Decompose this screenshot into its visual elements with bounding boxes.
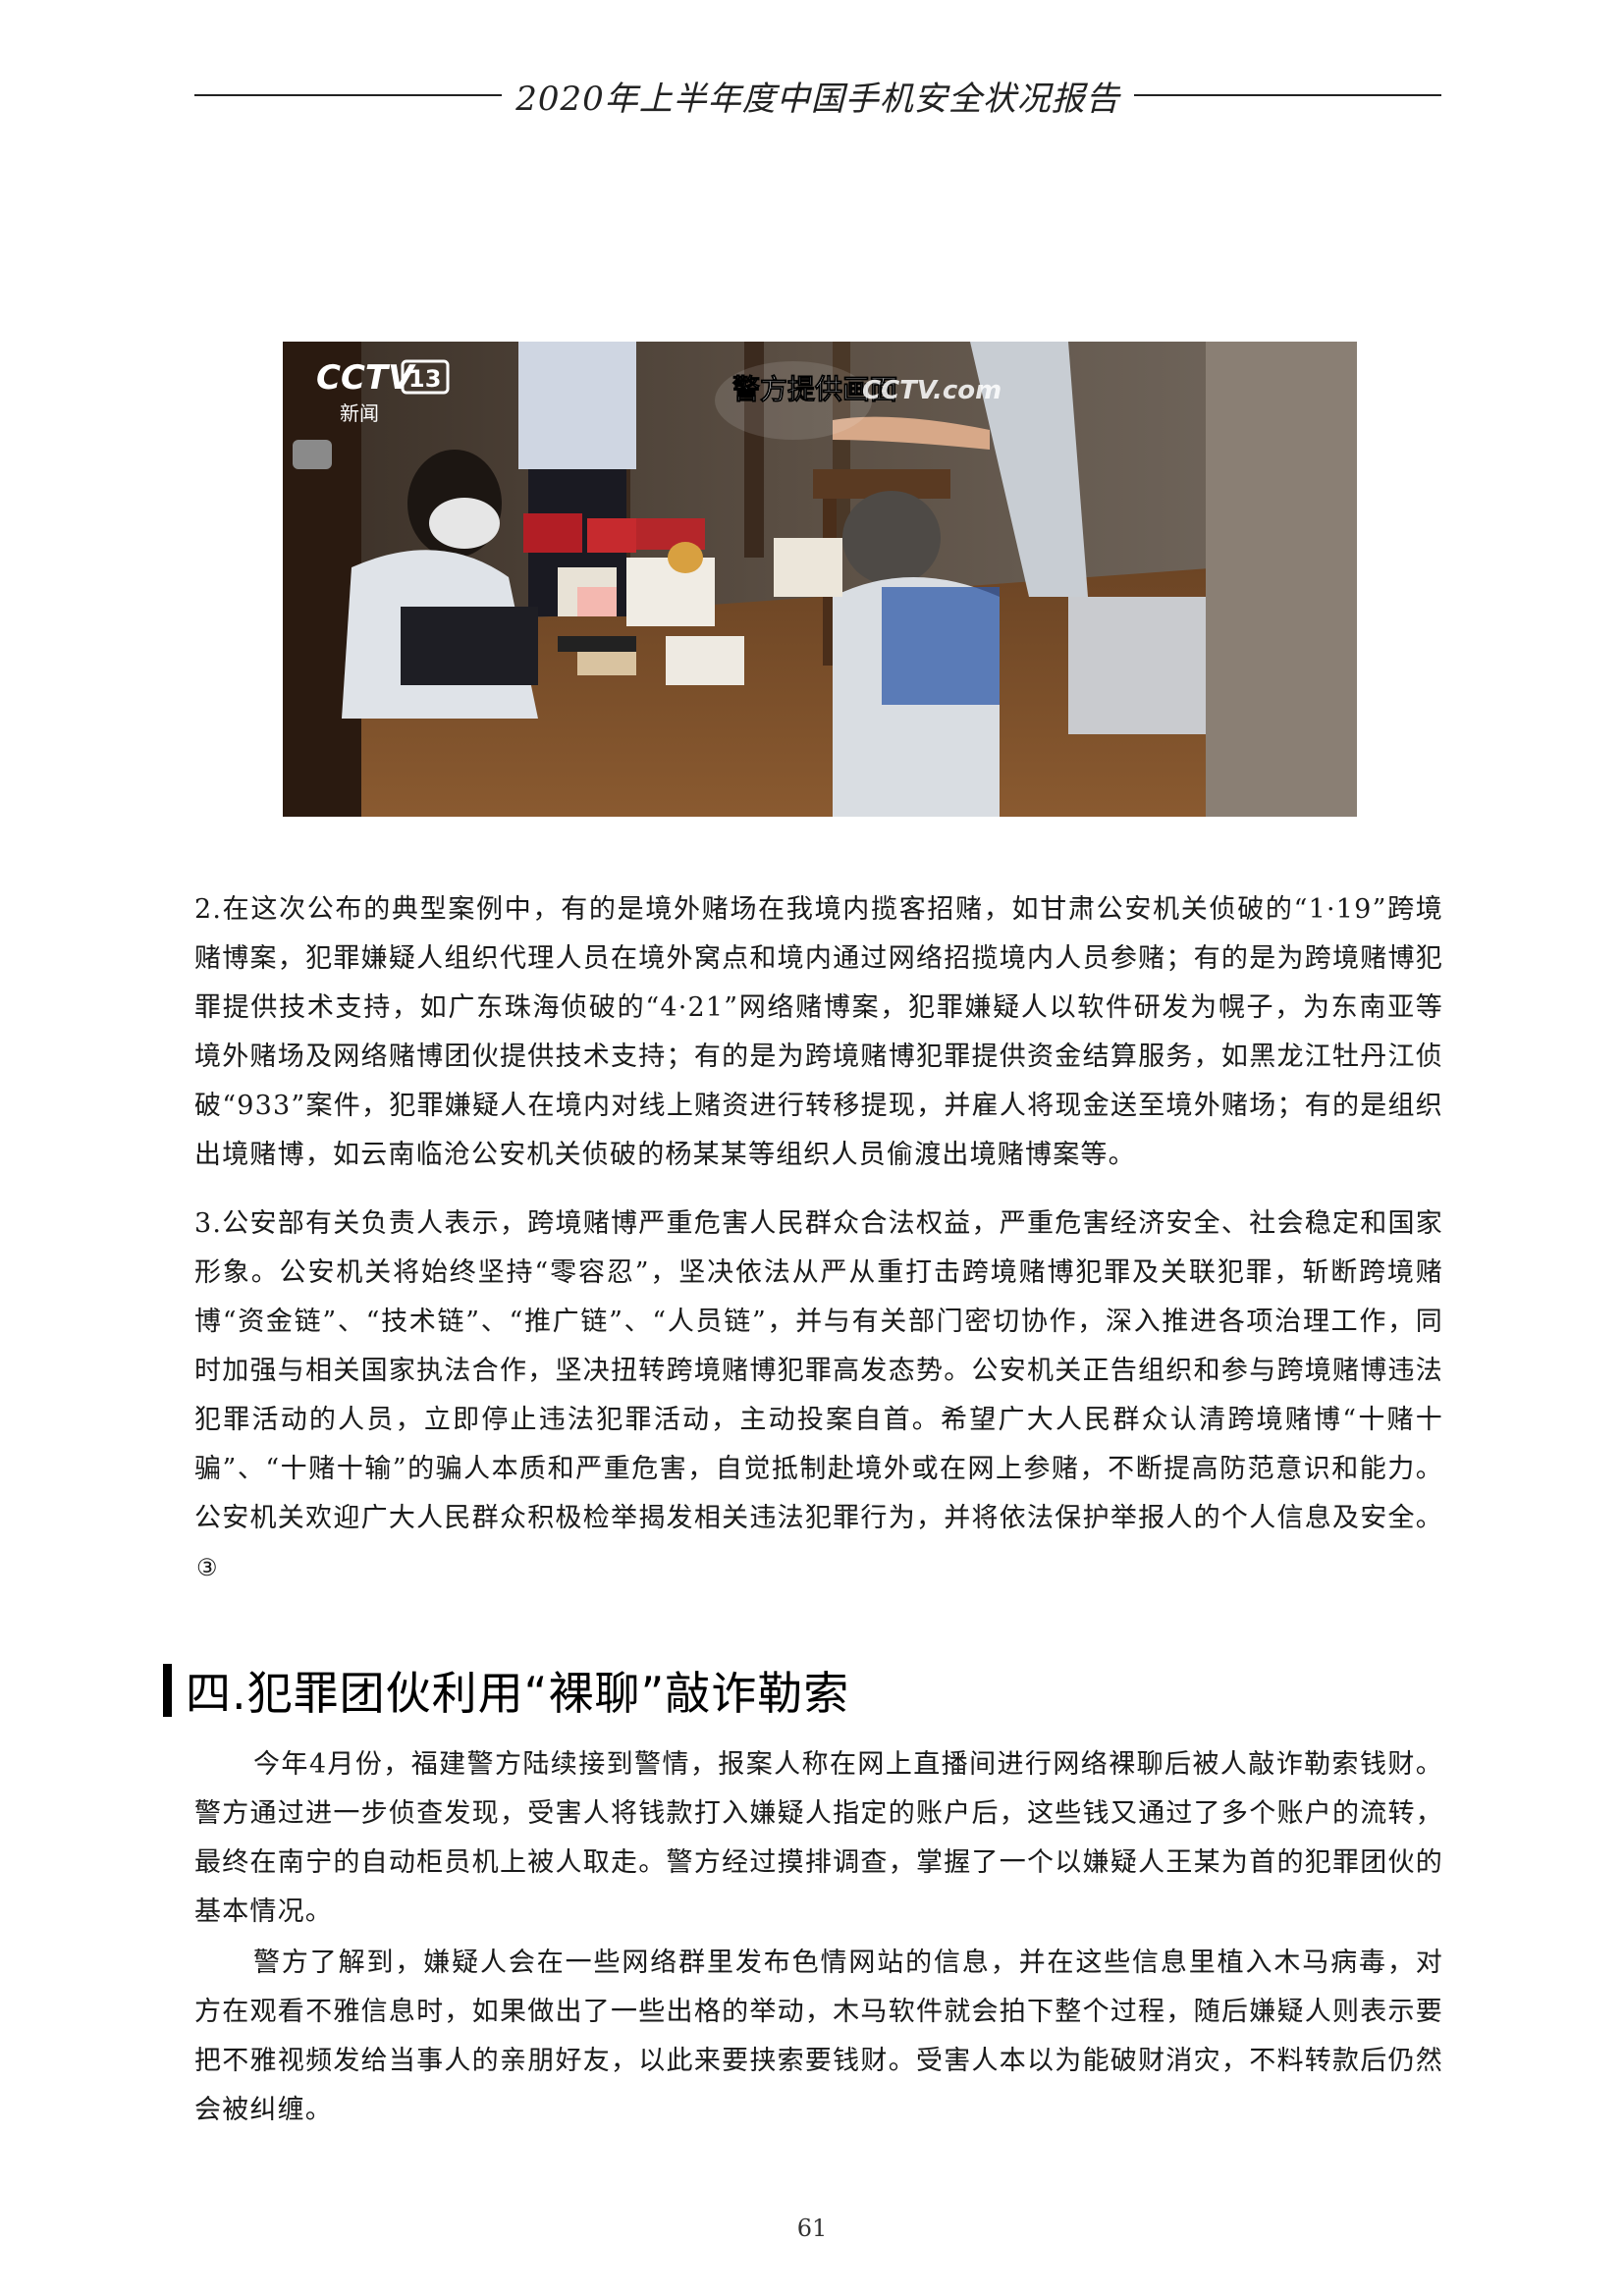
body-paragraph-1: 今年4月份，福建警方陆续接到警情，报案人称在网上直播间进行网络裸聊后被人敲诈勒索… (194, 1749, 1443, 1927)
header-rule-right (1133, 94, 1441, 96)
page-number: 61 (796, 2215, 828, 2242)
footnote-marker: ③ (196, 1554, 219, 1581)
channel-name: 新闻 (340, 401, 379, 425)
paragraph-3: 3.公安部有关负责人表示，跨境赌博严重危害人民群众合法权益，严重危害经济安全、社… (194, 1200, 1443, 1604)
paragraph-2: 2.在这次公布的典型案例中，有的是境外赌场在我境内揽客招赌，如甘肃公安机关侦破的… (194, 894, 1443, 1170)
section-heading-bar (163, 1664, 172, 1717)
channel-number: 13 (408, 365, 441, 393)
header-rule-left (194, 94, 503, 96)
report-title: 2020年上半年度中国手机安全状况报告 (515, 79, 1120, 119)
body-paragraph-2: 警方了解到，嫌疑人会在一些网络群里发布色情网站的信息，并在这些信息里植入木马病毒… (194, 1948, 1443, 2125)
news-photo-illustration: CCTV 13 新闻 警方提供画面 CCTV.com (283, 342, 1357, 817)
paragraph-3-text: 3.公安部有关负责人表示，跨境赌博严重危害人民群众合法权益，严重危害经济安全、社… (194, 1208, 1443, 1533)
cctv-watermark: CCTV.com (862, 376, 1001, 405)
news-photo: CCTV 13 新闻 警方提供画面 CCTV.com (283, 342, 1357, 817)
section-heading-text: 四.犯罪团伙利用“裸聊”敲诈勒索 (186, 1667, 850, 1720)
running-header: 2020年上半年度中国手机安全状况报告 (194, 71, 1441, 120)
section-heading: 四.犯罪团伙利用“裸聊”敲诈勒索 (163, 1659, 849, 1722)
